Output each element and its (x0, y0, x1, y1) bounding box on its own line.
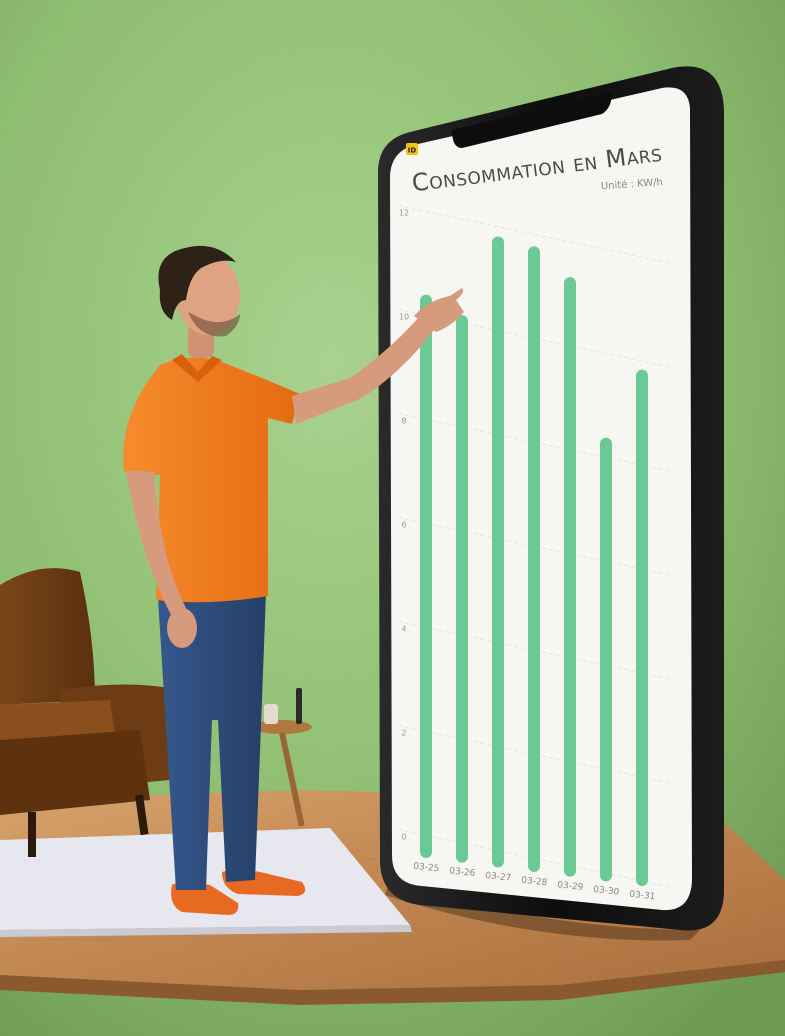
y-tick-label: 12 (399, 209, 409, 218)
left-hand (167, 608, 197, 648)
y-tick-label: 10 (399, 313, 409, 322)
app-logo-text: ID (408, 147, 417, 155)
scene: ID Consommation en Mars Unité : KW/h 024… (0, 0, 785, 1036)
y-tick-label: 8 (401, 417, 406, 426)
y-tick-label: 2 (401, 729, 406, 738)
app-logo: ID (406, 143, 418, 155)
y-tick-label: 0 (401, 833, 406, 842)
y-tick-label: 6 (401, 521, 406, 530)
y-tick-label: 4 (401, 625, 406, 634)
